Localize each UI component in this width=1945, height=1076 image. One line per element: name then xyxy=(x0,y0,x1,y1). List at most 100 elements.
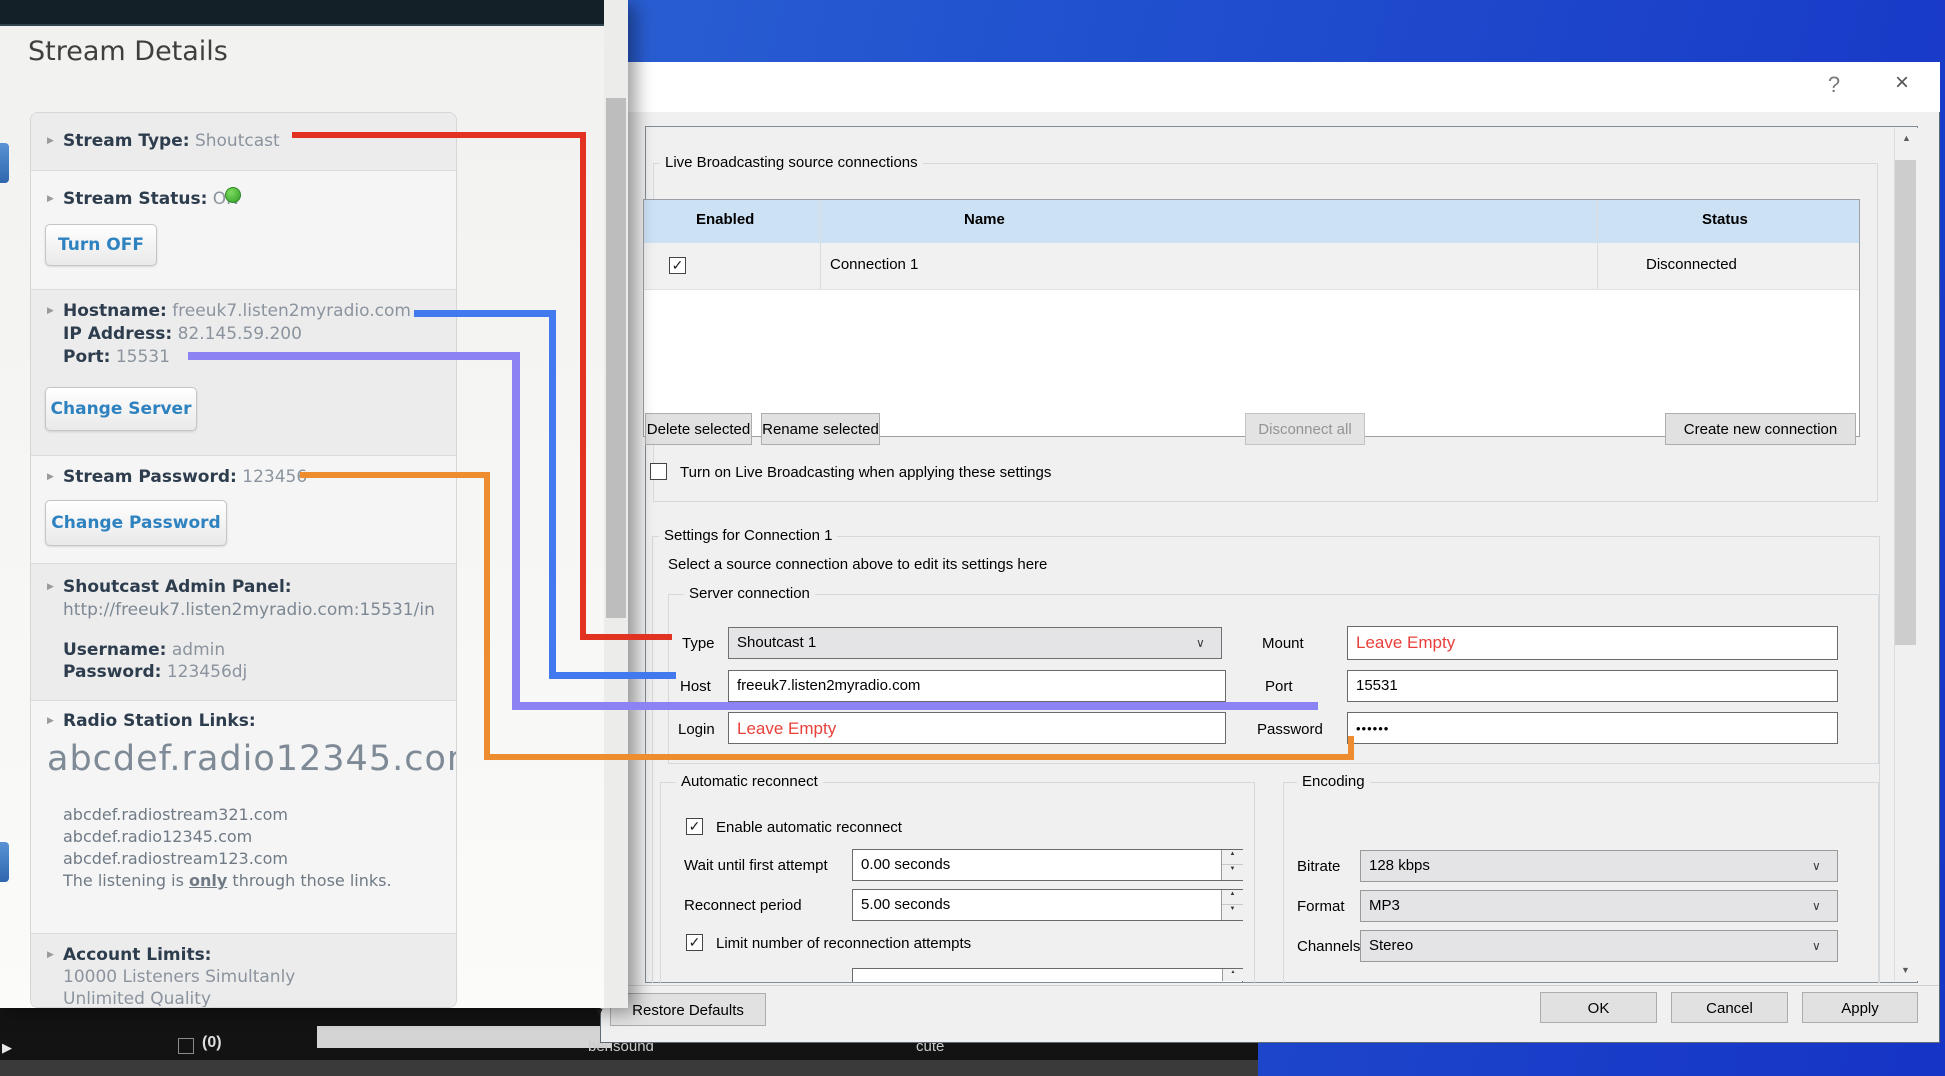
dialog-titlebar xyxy=(600,62,1940,112)
note-only-word: only xyxy=(189,871,227,890)
login-field[interactable]: Leave Empty xyxy=(728,712,1226,744)
close-icon[interactable]: × xyxy=(1888,69,1916,99)
stream-password-value: 123456 xyxy=(242,467,307,487)
rename-selected-button[interactable]: Rename selected xyxy=(761,413,880,445)
type-dropdown[interactable]: Shoutcast 1 xyxy=(728,627,1222,659)
ok-button[interactable]: OK xyxy=(1540,992,1657,1023)
attempts-spinbox-partial[interactable] xyxy=(852,968,1243,982)
period-spinner[interactable]: ▲ ▼ xyxy=(1221,890,1243,920)
browser-scrollbar-thumb[interactable] xyxy=(606,98,626,618)
expander-icon[interactable]: ▶ xyxy=(47,716,54,726)
password-field[interactable]: •••••• xyxy=(1347,712,1838,744)
cancel-button[interactable]: Cancel xyxy=(1671,992,1788,1023)
limit-attempts-checkbox[interactable]: ✓ xyxy=(686,934,703,951)
expander-icon[interactable]: ▶ xyxy=(47,306,54,316)
table-row[interactable]: ✓ Connection 1 Disconnected xyxy=(644,243,1859,290)
station-link[interactable]: abcdef.radiostream123.com xyxy=(63,849,288,868)
admin-username-label: Username: xyxy=(63,640,166,660)
wait-attempt-spinbox[interactable]: 0.00 seconds xyxy=(852,849,1243,881)
column-divider xyxy=(1597,200,1598,289)
table-header[interactable]: Enabled Name Status xyxy=(644,200,1859,244)
reconnect-period-label: Reconnect period xyxy=(684,897,802,914)
expander-icon[interactable]: ▶ xyxy=(47,194,54,204)
port-value: 15531 xyxy=(116,347,170,367)
connection-name: Connection 1 xyxy=(830,256,918,273)
turn-off-button[interactable]: Turn OFF xyxy=(45,224,157,266)
scroll-up-icon[interactable]: ▲ xyxy=(1895,128,1918,149)
scroll-down-icon[interactable]: ▼ xyxy=(1894,960,1917,981)
spin-up-icon[interactable]: ▲ xyxy=(1222,850,1243,865)
channels-dropdown[interactable]: Stereo xyxy=(1360,930,1838,962)
chevron-down-icon: ∨ xyxy=(1196,636,1205,650)
attempts-spinner-partial[interactable]: ▲ xyxy=(1222,969,1243,981)
account-limits-label: Account Limits: xyxy=(63,945,211,965)
ip-label: IP Address: xyxy=(63,324,172,344)
play-icon[interactable]: ▶ xyxy=(2,1040,12,1056)
help-icon[interactable]: ? xyxy=(1822,72,1846,100)
dialog-scrollbar-thumb[interactable] xyxy=(1895,160,1916,645)
status-on-icon xyxy=(225,187,241,203)
spin-down-icon[interactable]: ▼ xyxy=(1222,864,1243,880)
expander-icon[interactable]: ▶ xyxy=(47,472,54,482)
connection-status: Disconnected xyxy=(1646,256,1737,273)
create-new-connection-button[interactable]: Create new connection xyxy=(1665,413,1856,445)
spin-up-icon[interactable]: ▲ xyxy=(1222,890,1243,905)
column-header-enabled[interactable]: Enabled xyxy=(696,211,754,228)
enable-reconnect-label: Enable automatic reconnect xyxy=(716,819,902,836)
bitrate-dropdown[interactable]: 128 kbps xyxy=(1360,850,1838,882)
station-link[interactable]: abcdef.radio12345.com xyxy=(63,827,252,846)
admin-panel-section: ▶ Shoutcast Admin Panel: http://freeuk7.… xyxy=(31,564,456,701)
password-label: Password xyxy=(1257,721,1323,738)
playlist-checkbox[interactable] xyxy=(178,1038,194,1054)
spin-down-icon[interactable]: ▼ xyxy=(1222,904,1243,920)
annotation-red-line xyxy=(580,634,672,640)
change-password-button[interactable]: Change Password xyxy=(45,500,227,546)
turn-on-broadcast-checkbox[interactable] xyxy=(650,463,667,480)
admin-panel-url[interactable]: http://freeuk7.listen2myradio.com:15531/… xyxy=(63,600,435,620)
admin-panel-label: Shoutcast Admin Panel: xyxy=(63,577,292,597)
port-field[interactable]: 15531 xyxy=(1347,670,1838,702)
host-field[interactable]: freeuk7.listen2myradio.com xyxy=(728,670,1226,702)
primary-station-link[interactable]: abcdef.radio12345.com xyxy=(47,739,457,779)
expander-icon[interactable]: ▶ xyxy=(47,136,54,146)
footer-divider xyxy=(601,985,1939,986)
stream-type-section: ▶ Stream Type: Shoutcast xyxy=(31,113,456,171)
hidden-button-fragment xyxy=(0,143,9,183)
change-server-button[interactable]: Change Server xyxy=(45,387,197,431)
page-header-bar xyxy=(0,0,604,26)
hostname-label: Hostname: xyxy=(63,301,167,321)
hidden-button-fragment xyxy=(0,842,9,882)
port-label: Port: xyxy=(63,347,110,367)
restore-defaults-button[interactable]: Restore Defaults xyxy=(610,993,766,1026)
format-label: Format xyxy=(1297,898,1345,915)
expander-icon[interactable]: ▶ xyxy=(47,582,54,592)
row-enabled-checkbox[interactable]: ✓ xyxy=(669,257,686,274)
reconnect-period-spinbox[interactable]: 5.00 seconds xyxy=(852,889,1243,921)
format-dropdown[interactable]: MP3 xyxy=(1360,890,1838,922)
stream-details-window: Stream Details ▶ Stream Type: Shoutcast … xyxy=(0,0,628,1008)
wait-spinner[interactable]: ▲ ▼ xyxy=(1221,850,1243,880)
reconnect-group-title: Automatic reconnect xyxy=(676,773,823,790)
expander-icon[interactable]: ▶ xyxy=(47,950,54,960)
host-label: Host xyxy=(680,678,711,695)
disconnect-all-button: Disconnect all xyxy=(1245,413,1365,445)
stream-status-section: ▶ Stream Status: ON Turn OFF xyxy=(31,171,456,290)
annotation-orange-line xyxy=(300,472,490,478)
column-header-name[interactable]: Name xyxy=(964,211,1005,228)
admin-username-value: admin xyxy=(172,640,225,660)
restore-defaults-dropdown-icon[interactable]: ▼ xyxy=(594,1006,605,1018)
channels-label: Channels xyxy=(1297,938,1360,955)
annotation-red-line xyxy=(292,132,586,138)
enable-reconnect-checkbox[interactable]: ✓ xyxy=(686,818,703,835)
apply-button[interactable]: Apply xyxy=(1802,992,1918,1023)
column-header-status[interactable]: Status xyxy=(1702,211,1748,228)
stream-type-label: Stream Type: xyxy=(63,131,190,151)
connections-table[interactable]: Enabled Name Status ✓ Connection 1 Disco… xyxy=(643,199,1860,437)
account-limits-section: ▶ Account Limits: 10000 Listeners Simult… xyxy=(31,934,456,1007)
playlist-scrollbar[interactable] xyxy=(317,1026,612,1048)
delete-selected-button[interactable]: Delete selected xyxy=(645,413,752,445)
station-link[interactable]: abcdef.radiostream321.com xyxy=(63,805,288,824)
chevron-down-icon: ∨ xyxy=(1812,939,1821,953)
mount-field[interactable]: Leave Empty xyxy=(1347,626,1838,660)
admin-password-value: 123456dj xyxy=(167,662,247,682)
